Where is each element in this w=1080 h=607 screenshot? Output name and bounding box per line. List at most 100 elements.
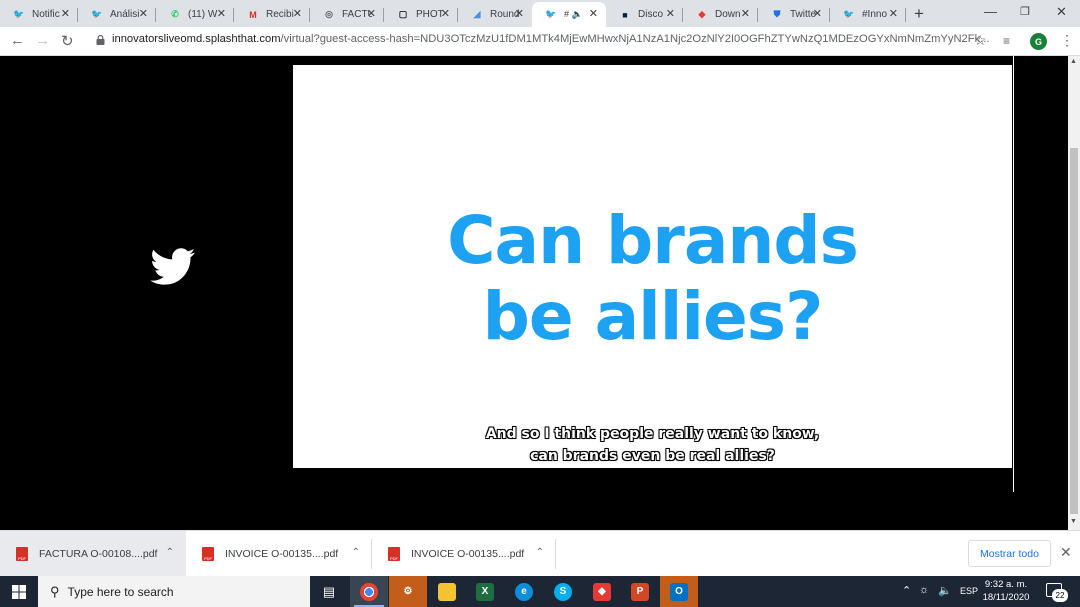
browser-tab[interactable]: 🐦 Análisi ✕ — [78, 2, 156, 27]
language-indicator[interactable]: ESP — [960, 586, 978, 596]
chevron-up-icon[interactable]: ⌃ — [166, 547, 174, 558]
clock[interactable]: 9:32 a. m. 18/11/2020 — [978, 578, 1034, 604]
page-content: Can brands be allies? And so I think peo… — [0, 56, 1068, 530]
slide-title: Can brands be allies? — [293, 203, 1012, 355]
tab-close-icon[interactable]: ✕ — [666, 7, 675, 20]
download-item[interactable]: PDF INVOICE O-00135....pdf ⌃ — [372, 531, 556, 576]
tab-title: (11) W — [188, 9, 218, 20]
download-item[interactable]: PDF INVOICE O-00135....pdf ⌃ — [186, 531, 372, 576]
tab-close-icon[interactable]: ✕ — [813, 7, 822, 20]
volume-icon[interactable]: 🔈 — [938, 584, 952, 597]
edge-taskbar-icon[interactable]: e — [505, 576, 543, 607]
url-field[interactable]: innovatorsliveomd.splashthat.com/virtual… — [112, 33, 990, 45]
url-domain: innovatorsliveomd.splashthat.com — [112, 33, 281, 45]
tab-close-icon[interactable]: ✕ — [889, 7, 898, 20]
tab-title: Recibi — [266, 9, 294, 20]
skype-taskbar-icon[interactable]: S — [544, 576, 582, 607]
browser-tab[interactable]: ▢ PHOT ✕ — [384, 2, 458, 27]
tab-strip: 🐦 Notific ✕ 🐦 Análisi ✕ ✆ (11) W ✕ M Recibi ✕ ◎ FACTU… — [0, 0, 1080, 27]
media-control-icon[interactable]: ≡ — [1003, 34, 1010, 48]
back-button[interactable]: ← — [10, 32, 25, 49]
search-placeholder: Type here to search — [67, 584, 174, 599]
profile-avatar[interactable]: G — [1030, 33, 1047, 50]
scroll-up-arrow-icon[interactable]: ▲ — [1070, 58, 1077, 65]
divider-line — [1013, 56, 1014, 492]
tab-close-icon[interactable]: ✕ — [515, 7, 524, 20]
restore-button[interactable]: ❐ — [1020, 5, 1030, 18]
powerpoint-taskbar-icon[interactable]: P — [621, 576, 659, 607]
bookmark-star-icon[interactable]: ☆ — [974, 32, 987, 49]
twitter-bird-icon — [150, 248, 196, 285]
pdf-file-icon: PDF — [388, 546, 400, 561]
chrome-icon — [360, 582, 378, 601]
scroll-thumb[interactable] — [1070, 148, 1078, 514]
scroll-down-arrow-icon[interactable]: ▼ — [1070, 518, 1077, 525]
chevron-up-icon[interactable]: ⌃ — [536, 547, 544, 558]
browser-tab[interactable]: M Recibi ✕ — [234, 2, 310, 27]
gmail-icon: M — [249, 9, 257, 20]
tab-close-icon[interactable]: ✕ — [61, 7, 70, 20]
browser-tab[interactable]: ■ Disco ✕ — [606, 2, 683, 27]
vertical-scrollbar[interactable]: ▲ ▼ — [1068, 56, 1080, 530]
url-path: /virtual?guest-access-hash=NDU3OTczMzU1f… — [280, 33, 990, 45]
twitter-icon: 🐦 — [843, 9, 855, 19]
globe-icon: ◎ — [325, 9, 333, 19]
file-explorer-taskbar-icon[interactable] — [428, 576, 466, 607]
close-window-button[interactable]: ✕ — [1056, 4, 1067, 20]
whatsapp-icon: ✆ — [171, 9, 179, 19]
tab-title: #Inno — [862, 9, 888, 20]
download-filename: INVOICE O-00135....pdf — [225, 547, 339, 560]
presentation-slide: Can brands be allies? And so I think peo… — [293, 65, 1012, 468]
tab-close-icon[interactable]: ✕ — [367, 7, 376, 20]
browser-tab[interactable]: ◆ Down ✕ — [683, 2, 758, 27]
browser-tab[interactable]: ◎ FACTU ✕ — [310, 2, 384, 27]
network-icon[interactable]: ☼ — [919, 584, 929, 596]
browser-tab[interactable]: 🐦 #Inno ✕ — [830, 2, 906, 27]
browser-tab[interactable]: ◢ Round ✕ — [458, 2, 532, 27]
chevron-up-icon[interactable]: ⌃ — [352, 547, 360, 558]
menu-kebab-icon[interactable]: ⋮ — [1060, 32, 1074, 49]
outlook-taskbar-icon[interactable]: O — [660, 576, 698, 607]
minimize-button[interactable]: — — [984, 4, 997, 19]
download-item[interactable]: PDF FACTURA O-00108....pdf ⌃ — [0, 531, 186, 576]
forward-button[interactable]: → — [35, 32, 50, 49]
download-filename: INVOICE O-00135....pdf — [411, 547, 525, 560]
download-filename: FACTURA O-00108....pdf — [39, 547, 158, 560]
chevron-up-tray-icon[interactable]: ⌃ — [902, 584, 911, 597]
tab-close-icon[interactable]: ✕ — [589, 7, 598, 20]
clock-time: 9:32 a. m. — [984, 579, 1028, 590]
browser-tab[interactable]: 🐦 Notific ✕ — [0, 2, 78, 27]
tab-close-icon[interactable]: ✕ — [139, 7, 148, 20]
discord-icon: ■ — [622, 9, 628, 20]
browser-tab[interactable]: ⛊ Twitte ✕ — [758, 2, 830, 27]
address-toolbar: ← → ↻ innovatorsliveomd.splashthat.com/v… — [0, 27, 1080, 56]
powerpoint-icon: P — [631, 582, 649, 601]
tab-close-icon[interactable]: ✕ — [217, 7, 226, 20]
tv-icon: ▢ — [398, 9, 408, 19]
caption-line-2: can brands even be real allies? — [530, 448, 775, 464]
search-icon: ⚲ — [50, 583, 60, 599]
tab-close-icon[interactable]: ✕ — [741, 7, 750, 20]
task-view-icon[interactable]: ▤ — [310, 576, 348, 607]
excel-icon: X — [476, 582, 494, 601]
tab-close-icon[interactable]: ✕ — [441, 7, 450, 20]
edge-icon: e — [515, 582, 533, 601]
new-tab-button[interactable]: + — [914, 4, 924, 24]
reload-button[interactable]: ↻ — [61, 32, 74, 50]
close-shelf-icon[interactable]: ✕ — [1060, 544, 1072, 561]
windows-start-icon[interactable] — [12, 585, 26, 599]
diamond-icon: ◆ — [593, 582, 611, 601]
chrome-taskbar-icon[interactable] — [350, 576, 388, 607]
tab-close-icon[interactable]: ✕ — [293, 7, 302, 20]
settings-app-taskbar-icon[interactable]: ⚙ — [389, 576, 427, 607]
twitter-audio-icon: 🐦 — [545, 9, 557, 19]
show-all-downloads-button[interactable]: Mostrar todo — [968, 540, 1051, 567]
video-caption: And so I think people really want to kno… — [293, 423, 1012, 467]
tab-audio-icon[interactable]: # 🔈 — [564, 9, 583, 20]
browser-tab[interactable]: ✆ (11) W ✕ — [156, 2, 234, 27]
excel-taskbar-icon[interactable]: X — [466, 576, 504, 607]
taskbar-search[interactable]: ⚲ Type here to search — [38, 576, 310, 607]
anydesk-taskbar-icon[interactable]: ◆ — [583, 576, 621, 607]
lock-icon[interactable] — [96, 35, 105, 45]
browser-tab[interactable]: 🐦 # 🔈 ✕ — [532, 2, 606, 27]
